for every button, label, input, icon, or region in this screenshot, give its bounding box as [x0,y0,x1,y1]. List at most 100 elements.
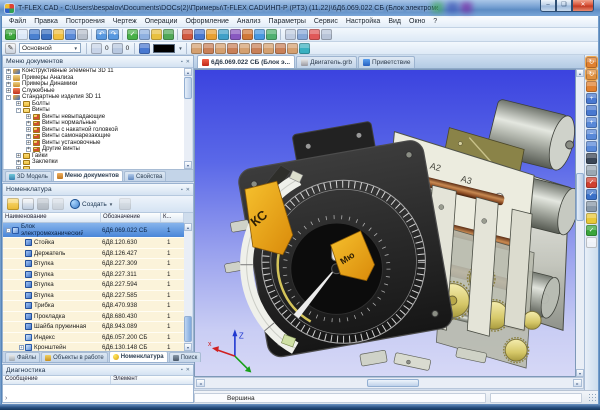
expand-toggle-icon[interactable]: - [6,95,11,100]
redo-icon[interactable]: ↷ [108,29,119,40]
table-row[interactable]: Прокладка 6Д8.680.430 1 [3,312,184,323]
fillet-icon[interactable] [254,29,265,40]
boolean-icon[interactable] [242,29,253,40]
expand-toggle-icon[interactable]: + [6,69,11,74]
panel-tab[interactable]: Номенклатура [109,351,168,362]
edit-style-icon[interactable]: ✎ [5,43,16,54]
scroll-thumb[interactable] [367,379,419,387]
zoom-all-icon[interactable] [586,141,597,152]
table-row[interactable]: Втулка 6Д8.227.309 1 [3,259,184,270]
scroll-right-arrow[interactable]: ► [573,379,582,387]
save-icon[interactable] [37,198,49,210]
column-header-qty[interactable]: К... [161,213,184,222]
table-row[interactable]: Втулка 6Д8.227.311 1 [3,270,184,281]
workplane-view-toggle-6[interactable] [251,43,262,54]
menu-item[interactable]: Операции [141,18,182,25]
document-menu-header[interactable]: Меню документов ▪ ✕ [3,56,193,68]
panel-tab[interactable]: Объекты в работе [41,352,108,362]
expand-toggle-icon[interactable]: + [26,121,31,126]
column-header-code[interactable]: Обозначение [101,213,161,222]
library-icon[interactable] [297,29,308,40]
viewport-frame-icon[interactable] [586,237,597,248]
insert-icon[interactable] [119,198,131,210]
edit-icon[interactable] [22,198,34,210]
workplane-view-toggle-9[interactable] [287,43,298,54]
scroll-left-arrow[interactable]: ◄ [196,379,205,387]
panel-tab[interactable]: Свойства [124,171,166,181]
workplane-view-toggle-7[interactable] [263,43,274,54]
diagnostics-header[interactable]: Диагностика ▪ ✕ [3,365,193,376]
workplane-view-toggle-8[interactable] [275,43,286,54]
new-document-icon[interactable] [17,29,28,40]
expand-toggle-icon[interactable]: + [16,101,21,106]
current-color-swatch[interactable] [153,44,175,53]
open-document-icon[interactable] [29,29,40,40]
workplane-view-toggle-1[interactable] [191,43,202,54]
check-red-icon[interactable]: ✓ [586,177,597,188]
menu-item[interactable]: Окно [405,18,429,25]
spin-model-icon[interactable] [586,81,597,92]
rotate-view-icon[interactable]: ↻ [586,57,597,68]
menu-item[interactable]: Чертеж [109,18,141,25]
expand-toggle-icon[interactable]: + [16,153,21,158]
close-button[interactable]: ✕ [572,0,594,12]
menu-item[interactable]: Оформление [181,18,232,25]
open-icon[interactable] [7,198,19,210]
expand-toggle-icon[interactable]: + [26,127,31,132]
title-bar[interactable]: T-FLEX CAD - C:\Users\bespalov\Documents… [0,0,600,16]
table-row[interactable]: Втулка 6Д8.227.594 1 [3,280,184,291]
collapse-chevron-icon[interactable]: » [5,29,16,40]
apply-view-icon[interactable]: ✓ [586,225,597,236]
shade-mode-icon[interactable] [586,201,597,212]
menu-item[interactable]: Построения [62,18,109,25]
workplane-view-toggle-4[interactable] [227,43,238,54]
menu-item[interactable]: Файл [5,18,30,25]
close-icon[interactable]: ✕ [186,367,190,373]
close-icon[interactable]: ✕ [186,59,190,65]
check-blue-icon[interactable]: ✓ [586,189,597,200]
pin-icon[interactable]: ▪ [181,367,183,373]
open-folder-icon[interactable] [53,29,64,40]
measure-icon[interactable] [151,29,162,40]
close-icon[interactable]: ✕ [186,187,190,193]
menu-item[interactable]: Настройка [342,18,384,25]
scroll-up-arrow[interactable]: ▲ [576,69,584,77]
color-picker-icon[interactable] [139,43,150,54]
help-topic-icon[interactable] [309,29,320,40]
render-mode-icon[interactable] [586,213,597,224]
line-style-select[interactable]: Основной ▼ [19,43,81,53]
scroll-down-arrow[interactable]: ▼ [184,161,192,169]
table-row[interactable]: Втулка 6Д8.227.585 1 [3,291,184,302]
scroll-thumb[interactable] [184,77,192,99]
layer-icon[interactable] [112,43,123,54]
check-document-icon[interactable]: ✓ [127,29,138,40]
zoom-in-icon[interactable]: + [586,117,597,128]
3d-viewport[interactable]: A2 A3 [194,69,576,377]
viewport-vertical-scrollbar[interactable]: ▲ ▼ [576,69,584,377]
expand-toggle-icon[interactable]: + [6,75,11,80]
menu-item[interactable]: Сервис [310,18,342,25]
zoom-out-icon[interactable]: − [586,129,597,140]
pin-icon[interactable]: ▪ [181,59,183,65]
expand-toggle-icon[interactable]: + [16,160,21,165]
expand-toggle-icon[interactable]: - [6,228,11,233]
table-row[interactable]: - Блок электромеханический 6Д6.069.022 С… [3,223,184,238]
panel-tab[interactable]: Поиск [169,352,202,362]
expand-toggle-icon[interactable]: + [19,345,24,350]
undo-icon[interactable]: ↶ [96,29,107,40]
scroll-thumb[interactable] [576,173,584,221]
hidden-lines-icon[interactable] [586,165,597,176]
zoom-window-icon[interactable] [586,105,597,116]
pin-icon[interactable]: ▪ [181,187,183,193]
table-row[interactable]: Индекс 6Д6.057.200 СБ 1 [3,333,184,344]
column-header-name[interactable]: Наименование [3,213,101,222]
panel-tab[interactable]: Меню документов [53,170,123,181]
print-icon[interactable] [77,29,88,40]
workplane-icon[interactable] [182,29,193,40]
menu-item[interactable]: Вид [384,18,405,25]
tree-scrollbar[interactable]: ▲ ▼ [184,68,192,169]
sketch-icon[interactable] [206,29,217,40]
resize-grip[interactable] [588,393,597,402]
document-tab[interactable]: 6Д6.069.022 СБ (Блок э... [197,55,295,68]
page-setup-icon[interactable] [139,29,150,40]
